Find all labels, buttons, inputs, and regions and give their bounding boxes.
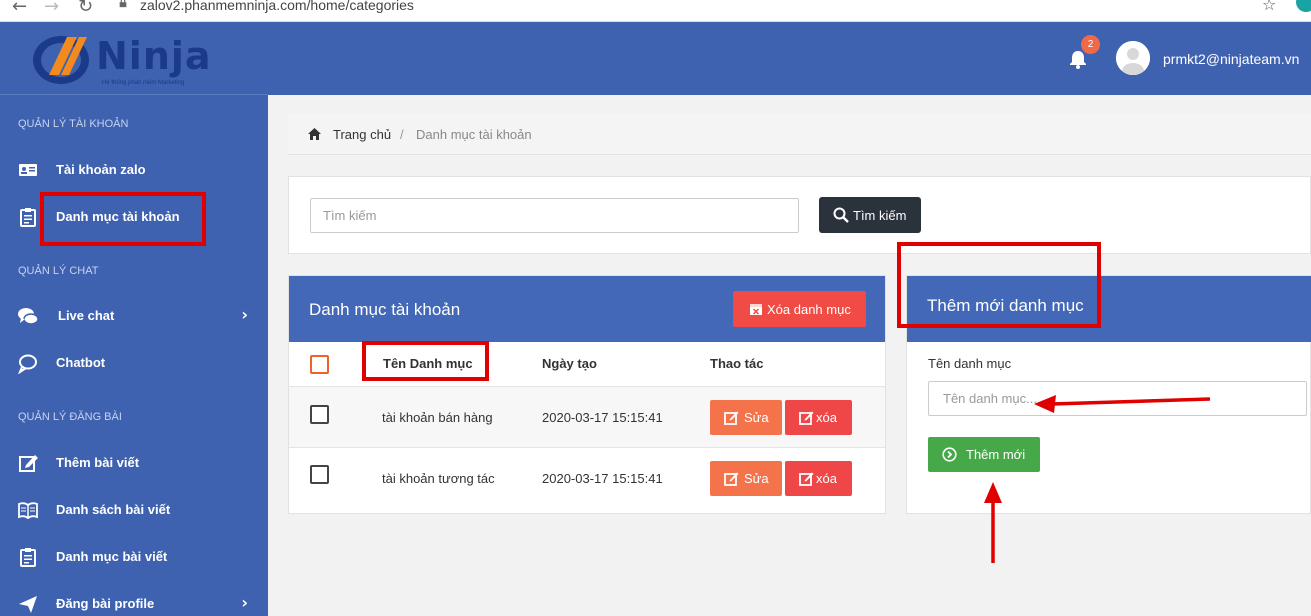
search-panel: Tìm kiếm <box>288 176 1311 254</box>
categories-card: Danh mục tài khoản Xóa danh mục Tên Danh… <box>288 275 886 514</box>
sidebar-item-label: Đăng bài profile <box>56 596 155 611</box>
user-avatar-icon <box>1116 41 1150 75</box>
category-created: 2020-03-17 15:15:41 <box>542 410 663 425</box>
edit-button-label: Sửa <box>744 410 769 425</box>
edit-icon <box>724 472 739 486</box>
annotation-box-sidebar <box>40 192 206 246</box>
bookmark-star-icon[interactable]: ☆ <box>1262 0 1276 14</box>
top-header: 2 prmkt2@ninjateam.vn <box>268 22 1311 95</box>
edit-icon <box>724 411 739 425</box>
delete-categories-button[interactable]: Xóa danh mục <box>733 291 866 327</box>
sidebar-item-add-post[interactable]: Thêm bài viết <box>0 446 268 480</box>
delete-button-label: xóa <box>816 471 837 486</box>
section-account-management: QUẢN LÝ TÀI KHOẢN <box>18 118 129 130</box>
column-header-created: Ngày tạo <box>542 356 597 371</box>
logo-area[interactable]: Ninja Hệ thống phần mềm Marketing <box>0 22 268 95</box>
delete-button[interactable]: xóa <box>785 461 852 496</box>
edit-icon <box>799 411 814 425</box>
reload-icon[interactable]: ↻ <box>78 0 93 17</box>
section-chat-management: QUẢN LÝ CHAT <box>18 265 99 277</box>
edit-icon <box>19 455 38 472</box>
address-bar[interactable]: zalov2.phanmemninja.com/home/categories <box>140 0 414 13</box>
sidebar-item-zalo-accounts[interactable]: Tài khoản zalo <box>0 153 268 187</box>
category-created: 2020-03-17 15:15:41 <box>542 471 663 486</box>
select-all-checkbox[interactable] <box>310 355 329 374</box>
sidebar-item-post-categories[interactable]: Danh mục bài viết <box>0 540 268 574</box>
ninja-logo-icon <box>33 36 89 84</box>
edit-icon <box>799 472 814 486</box>
breadcrumb-separator: / <box>400 127 404 142</box>
category-name: tài khoản bán hàng <box>382 410 493 425</box>
send-icon <box>19 596 37 613</box>
sidebar: Ninja Hệ thống phần mềm Marketing QUẢN L… <box>0 22 268 616</box>
annotation-box-add-title <box>897 242 1101 328</box>
clipboard-icon <box>20 208 36 227</box>
lock-icon <box>119 0 127 8</box>
annotation-box-column-header <box>362 341 489 381</box>
avatar[interactable] <box>1116 41 1150 75</box>
category-name: tài khoản tương tác <box>382 471 495 486</box>
user-email[interactable]: prmkt2@ninjateam.vn <box>1163 51 1299 67</box>
category-name-input[interactable] <box>928 381 1307 416</box>
breadcrumb-current: Danh mục tài khoản <box>416 127 532 142</box>
row-divider <box>289 447 885 448</box>
delete-calendar-icon <box>750 304 762 315</box>
search-input[interactable] <box>310 198 799 233</box>
chevron-right-icon: › <box>241 593 248 612</box>
book-icon <box>18 502 38 520</box>
sidebar-item-label: Tài khoản zalo <box>56 162 146 177</box>
sidebar-item-label: Danh mục bài viết <box>56 549 168 564</box>
browser-toolbar: ← → ↻ zalov2.phanmemninja.com/home/categ… <box>0 0 1311 22</box>
forward-icon[interactable]: → <box>44 0 59 17</box>
sidebar-item-chatbot[interactable]: Chatbot <box>0 346 268 380</box>
sidebar-item-label: Chatbot <box>56 355 106 370</box>
row-checkbox[interactable] <box>310 465 329 484</box>
add-new-button-label: Thêm mới <box>966 447 1026 462</box>
row-checkbox[interactable] <box>310 405 329 424</box>
breadcrumb: Trang chủ / Danh mục tài khoản <box>288 114 1311 155</box>
sidebar-item-live-chat[interactable]: Live chat › <box>0 299 268 333</box>
sidebar-item-profile-post[interactable]: Đăng bài profile › <box>0 587 268 616</box>
logo-tagline: Hệ thống phần mềm Marketing <box>102 80 185 86</box>
edit-button-label: Sửa <box>744 471 769 486</box>
section-post-management: QUẢN LÝ ĐĂNG BÀI <box>18 411 122 423</box>
delete-button[interactable]: xóa <box>785 400 852 435</box>
chat-bubbles-icon <box>18 308 39 325</box>
add-new-button[interactable]: Thêm mới <box>928 437 1040 472</box>
categories-title: Danh mục tài khoản <box>309 300 461 319</box>
sidebar-item-label: Thêm bài viết <box>56 455 140 470</box>
edit-button[interactable]: Sửa <box>710 400 782 435</box>
category-name-label: Tên danh mục <box>928 356 1012 371</box>
arrow-circle-right-icon <box>942 447 957 462</box>
sidebar-item-post-list[interactable]: Danh sách bài viết <box>0 493 268 527</box>
search-button-label: Tìm kiếm <box>853 208 907 223</box>
id-card-icon <box>19 164 37 176</box>
search-icon <box>833 207 849 223</box>
breadcrumb-home[interactable]: Trang chủ <box>333 127 391 142</box>
delete-button-label: xóa <box>816 410 837 425</box>
search-button[interactable]: Tìm kiếm <box>819 197 921 233</box>
sidebar-item-label: Live chat <box>58 308 115 323</box>
delete-categories-label: Xóa danh mục <box>767 302 851 317</box>
logo-text: Ninja <box>96 34 212 78</box>
sidebar-item-label: Danh sách bài viết <box>56 502 171 517</box>
categories-card-header: Danh mục tài khoản Xóa danh mục <box>289 276 885 342</box>
home-icon <box>308 128 321 140</box>
column-header-actions: Thao tác <box>710 356 764 371</box>
chevron-right-icon: › <box>241 305 248 324</box>
edit-button[interactable]: Sửa <box>710 461 782 496</box>
extension-icon[interactable] <box>1296 0 1311 12</box>
chat-bubble-icon <box>18 354 37 374</box>
clipboard-icon <box>20 548 36 567</box>
back-icon[interactable]: ← <box>12 0 27 17</box>
notification-badge: 2 <box>1081 35 1100 54</box>
